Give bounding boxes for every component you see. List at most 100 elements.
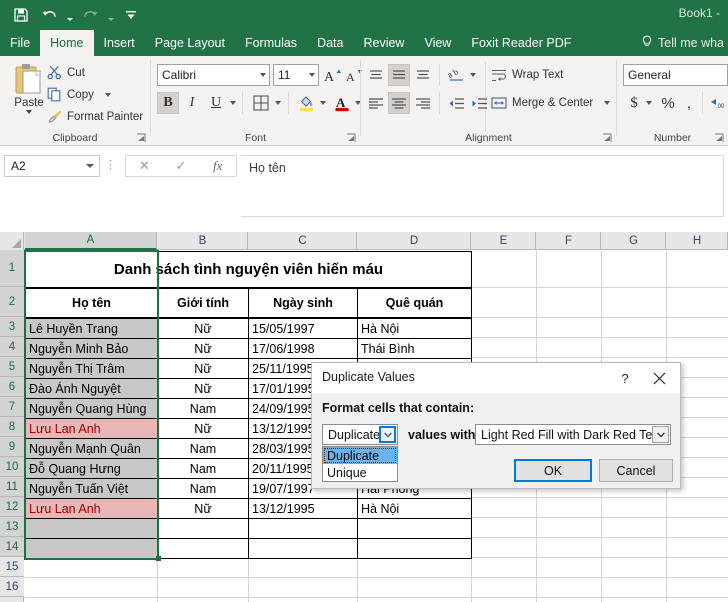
fill-color-button[interactable]	[294, 92, 318, 114]
align-left-button[interactable]	[365, 92, 387, 114]
cancel-icon[interactable]: ✕	[126, 156, 163, 176]
cell-b5[interactable]: Nữ	[157, 358, 249, 379]
align-middle-button[interactable]	[388, 64, 410, 86]
redo-icon[interactable]	[77, 4, 103, 26]
cell-b8[interactable]: Nữ	[157, 418, 249, 439]
cell-b12[interactable]: Nữ	[157, 498, 249, 519]
cell-b9[interactable]: Nam	[157, 438, 249, 459]
row-header-6[interactable]: 6	[0, 377, 24, 397]
dropdown-option-duplicate[interactable]: Duplicate	[323, 447, 397, 464]
header-cell-que-quan[interactable]: Quê quán	[357, 288, 472, 318]
wrap-text-button[interactable]: Wrap Text	[491, 64, 563, 86]
number-dialog-launcher-icon[interactable]	[714, 133, 724, 143]
cell-d13[interactable]	[357, 518, 472, 539]
cell-a14[interactable]	[25, 538, 158, 559]
copy-button[interactable]: Copy	[46, 84, 111, 105]
cell-a10[interactable]: Đỗ Quang Hưng	[25, 458, 158, 479]
chevron-down-icon[interactable]	[379, 426, 396, 443]
column-header-g[interactable]: G	[602, 232, 666, 250]
fill-color-dropdown-icon[interactable]	[317, 92, 329, 114]
comma-format-button[interactable]: ,	[680, 92, 698, 114]
check-icon[interactable]: ✓	[163, 156, 200, 176]
cancel-button[interactable]: Cancel	[599, 459, 673, 482]
select-all-corner[interactable]	[0, 232, 24, 250]
header-cell-ngay-sinh[interactable]: Ngày sinh	[248, 288, 358, 318]
cell-b7[interactable]: Nam	[157, 398, 249, 419]
customize-quick-access-icon[interactable]	[118, 4, 144, 26]
decrease-indent-button[interactable]	[445, 92, 467, 114]
cell-b3[interactable]: Nữ	[157, 318, 249, 339]
cell-a8[interactable]: Lưu Lan Anh	[25, 418, 158, 439]
header-cell-gioi-tinh[interactable]: Giới tính	[157, 288, 249, 318]
increase-decimal-button[interactable]: .00	[707, 92, 728, 114]
cell-a5[interactable]: Nguyễn Thị Trâm	[25, 358, 158, 379]
row-header-9[interactable]: 9	[0, 437, 24, 457]
cell-b14[interactable]	[157, 538, 249, 559]
borders-dropdown-icon[interactable]	[272, 92, 284, 114]
number-format-box[interactable]: General	[623, 64, 728, 86]
merge-center-button[interactable]: Merge & Center	[491, 92, 610, 114]
row-header-16[interactable]: 16	[0, 577, 24, 597]
duplicate-type-dropdown-list[interactable]: Duplicate Unique	[322, 446, 398, 482]
row-header-15[interactable]: 15	[0, 557, 24, 577]
merge-center-dropdown-icon[interactable]	[604, 101, 610, 105]
ok-button[interactable]: OK	[514, 459, 592, 482]
cell-b10[interactable]: Nam	[157, 458, 249, 479]
cell-a9[interactable]: Nguyễn Mạnh Quân	[25, 438, 158, 459]
increase-indent-button[interactable]	[468, 92, 490, 114]
cell-b4[interactable]: Nữ	[157, 338, 249, 359]
row-header-5[interactable]: 5	[0, 357, 24, 377]
underline-button[interactable]: U	[205, 92, 227, 114]
column-header-d[interactable]: D	[358, 232, 471, 250]
format-painter-button[interactable]: Format Painter	[46, 106, 143, 127]
cell-b13[interactable]	[157, 518, 249, 539]
cell-c13[interactable]	[248, 518, 358, 539]
row-header-8[interactable]: 8	[0, 417, 24, 437]
row-header-11[interactable]: 11	[0, 477, 24, 497]
orientation-dropdown-icon[interactable]	[467, 64, 479, 86]
formula-input[interactable]: Họ tên	[241, 155, 724, 217]
cell-d3[interactable]: Hà Nội	[357, 318, 472, 339]
undo-dropdown-icon[interactable]	[64, 4, 75, 26]
row-header-1[interactable]: 1	[0, 250, 24, 287]
tab-review[interactable]: Review	[353, 30, 414, 56]
tab-formulas[interactable]: Formulas	[235, 30, 307, 56]
row-header-7[interactable]: 7	[0, 397, 24, 417]
align-center-button[interactable]	[388, 92, 410, 114]
column-header-b[interactable]: B	[158, 232, 248, 250]
column-header-c[interactable]: C	[249, 232, 357, 250]
cell-c14[interactable]	[248, 538, 358, 559]
row-header-3[interactable]: 3	[0, 317, 24, 337]
cell-a6[interactable]: Đào Ánh Nguyệt	[25, 378, 158, 399]
fill-handle[interactable]	[156, 556, 161, 561]
tab-home[interactable]: Home	[40, 30, 93, 56]
alignment-dialog-launcher-icon[interactable]	[602, 133, 612, 143]
row-header-10[interactable]: 10	[0, 457, 24, 477]
chevron-down-icon[interactable]	[652, 426, 669, 443]
format-style-combo[interactable]: Light Red Fill with Dark Red Text	[475, 424, 671, 445]
cell-d4[interactable]: Thái Bình	[357, 338, 472, 359]
cell-b6[interactable]: Nữ	[157, 378, 249, 399]
tab-file[interactable]: File	[0, 30, 40, 56]
column-header-h[interactable]: H	[667, 232, 728, 250]
tab-page-layout[interactable]: Page Layout	[145, 30, 235, 56]
cell-c3[interactable]: 15/05/1997	[248, 318, 358, 339]
accounting-format-button[interactable]: $	[625, 92, 643, 114]
font-size-dropdown-icon[interactable]	[309, 73, 315, 77]
font-dialog-launcher-icon[interactable]	[346, 133, 356, 143]
save-icon[interactable]	[8, 4, 34, 26]
bold-button[interactable]: B	[157, 92, 179, 114]
align-top-button[interactable]	[365, 64, 387, 86]
cell-a13[interactable]	[25, 518, 158, 539]
cell-a11[interactable]: Nguyễn Tuấn Việt	[25, 478, 158, 499]
tab-view[interactable]: View	[414, 30, 461, 56]
header-cell-ho-ten[interactable]: Họ tên	[25, 288, 158, 318]
cell-d14[interactable]	[357, 538, 472, 559]
sheet-title-cell[interactable]: Danh sách tình nguyện viên hiến máu	[25, 251, 472, 288]
paste-dropdown-icon[interactable]	[26, 110, 32, 114]
tab-foxit-reader-pdf[interactable]: Foxit Reader PDF	[461, 30, 581, 56]
column-header-a[interactable]: A	[25, 232, 157, 250]
cell-a3[interactable]: Lê Huyền Trang	[25, 318, 158, 339]
orientation-button[interactable]: ab	[445, 64, 467, 86]
cell-b11[interactable]: Nam	[157, 478, 249, 499]
